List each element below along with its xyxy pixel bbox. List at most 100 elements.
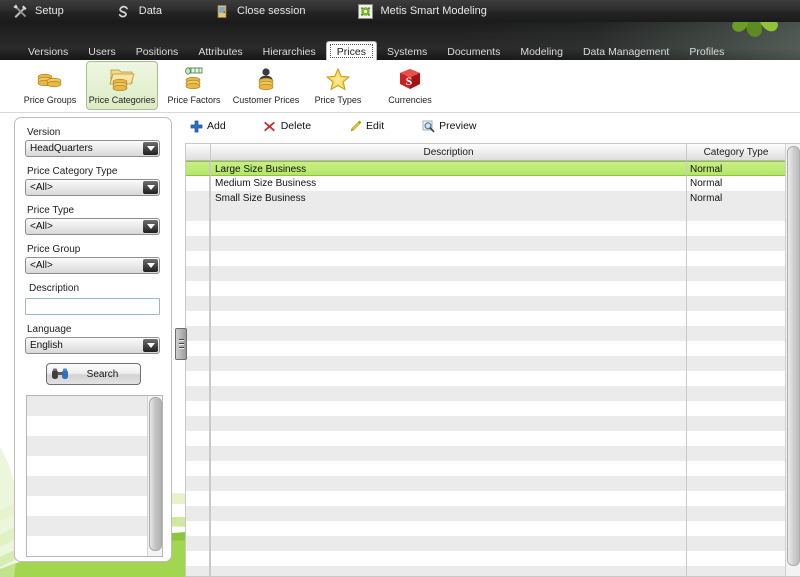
table-row-empty[interactable] xyxy=(186,341,800,356)
results-scrollbar-thumb[interactable] xyxy=(149,397,162,551)
row-selector[interactable] xyxy=(186,296,210,311)
chevron-down-icon[interactable] xyxy=(143,259,158,272)
grid-header-category-type[interactable]: Category Type xyxy=(687,144,786,160)
price-category-type-combo[interactable]: <All> xyxy=(25,179,160,196)
row-selector[interactable] xyxy=(186,236,210,251)
grid-scrollbar[interactable] xyxy=(785,144,800,576)
list-item[interactable] xyxy=(27,456,162,476)
toolbar-item-customer-prices[interactable]: Customer Prices xyxy=(230,61,302,110)
menu-item-close-session[interactable]: Close session xyxy=(214,0,305,22)
toolbar-item-price-types[interactable]: Price Types xyxy=(302,61,374,110)
tab-attributes[interactable]: Attributes xyxy=(188,43,252,60)
row-selector[interactable] xyxy=(186,416,210,431)
search-results-list[interactable] xyxy=(26,395,163,557)
table-row-empty[interactable] xyxy=(186,431,800,446)
grid-scrollbar-thumb[interactable] xyxy=(787,146,800,566)
table-row-empty[interactable] xyxy=(186,296,800,311)
language-combo[interactable]: English xyxy=(25,337,160,354)
row-selector[interactable] xyxy=(186,536,210,551)
results-scrollbar[interactable] xyxy=(147,396,162,556)
table-row-empty[interactable] xyxy=(186,251,800,266)
table-row-empty[interactable] xyxy=(186,281,800,296)
list-item[interactable] xyxy=(27,536,162,556)
toolbar-item-currencies[interactable]: S Currencies xyxy=(374,61,446,110)
row-selector[interactable] xyxy=(186,356,210,371)
row-selector[interactable] xyxy=(186,401,210,416)
table-row-empty[interactable] xyxy=(186,326,800,341)
row-selector[interactable] xyxy=(186,446,210,461)
table-row-empty[interactable] xyxy=(186,566,800,576)
row-selector[interactable] xyxy=(186,221,210,236)
list-item[interactable] xyxy=(27,436,162,456)
row-selector[interactable] xyxy=(186,341,210,356)
table-row-empty[interactable] xyxy=(186,416,800,431)
list-item[interactable] xyxy=(27,476,162,496)
row-selector[interactable] xyxy=(186,162,210,175)
preview-button[interactable]: Preview xyxy=(420,118,477,134)
table-row-empty[interactable] xyxy=(186,206,800,221)
table-row-empty[interactable] xyxy=(186,551,800,566)
table-row-empty[interactable] xyxy=(186,521,800,536)
menu-item-data[interactable]: Data xyxy=(116,0,162,22)
delete-button[interactable]: Delete xyxy=(262,118,311,134)
chevron-down-icon[interactable] xyxy=(143,220,158,233)
row-selector[interactable] xyxy=(186,461,210,476)
row-selector[interactable] xyxy=(186,266,210,281)
table-row[interactable]: Small Size Business Normal xyxy=(186,191,800,206)
table-row-empty[interactable] xyxy=(186,506,800,521)
table-row-empty[interactable] xyxy=(186,476,800,491)
row-selector[interactable] xyxy=(186,551,210,566)
table-row-empty[interactable] xyxy=(186,536,800,551)
tab-data-management[interactable]: Data Management xyxy=(573,43,679,60)
add-button[interactable]: Add xyxy=(188,118,226,134)
tab-positions[interactable]: Positions xyxy=(126,43,189,60)
table-row-empty[interactable] xyxy=(186,266,800,281)
row-selector[interactable] xyxy=(186,191,210,206)
row-selector[interactable] xyxy=(186,431,210,446)
tab-users[interactable]: Users xyxy=(78,43,125,60)
row-selector[interactable] xyxy=(186,386,210,401)
table-row-empty[interactable] xyxy=(186,311,800,326)
menu-item-setup[interactable]: Setup xyxy=(12,0,64,22)
table-row-empty[interactable] xyxy=(186,461,800,476)
tab-modeling[interactable]: Modeling xyxy=(510,43,573,60)
price-group-combo[interactable]: <All> xyxy=(25,257,160,274)
row-selector[interactable] xyxy=(186,311,210,326)
table-row-empty[interactable] xyxy=(186,401,800,416)
row-selector[interactable] xyxy=(186,176,210,191)
search-button[interactable]: Search xyxy=(45,363,141,385)
table-row[interactable]: Large Size Business Normal xyxy=(186,161,800,176)
list-item[interactable] xyxy=(27,396,162,416)
table-row-empty[interactable] xyxy=(186,371,800,386)
tab-versions[interactable]: Versions xyxy=(18,43,78,60)
chevron-down-icon[interactable] xyxy=(143,142,158,155)
chevron-down-icon[interactable] xyxy=(143,181,158,194)
toolbar-item-price-groups[interactable]: Price Groups xyxy=(14,61,86,110)
table-row[interactable]: Medium Size Business Normal xyxy=(186,176,800,191)
tab-prices[interactable]: Prices xyxy=(325,41,377,61)
row-selector[interactable] xyxy=(186,326,210,341)
row-selector[interactable] xyxy=(186,521,210,536)
table-row-empty[interactable] xyxy=(186,386,800,401)
tab-systems[interactable]: Systems xyxy=(377,43,437,60)
row-selector[interactable] xyxy=(186,281,210,296)
tab-profiles[interactable]: Profiles xyxy=(679,43,734,60)
description-input[interactable] xyxy=(25,298,160,315)
row-selector[interactable] xyxy=(186,476,210,491)
list-item[interactable] xyxy=(27,496,162,516)
chevron-down-icon[interactable] xyxy=(143,339,158,352)
toolbar-item-price-categories[interactable]: Price Categories xyxy=(86,61,158,110)
table-row-empty[interactable] xyxy=(186,221,800,236)
list-item[interactable] xyxy=(27,516,162,536)
row-selector[interactable] xyxy=(186,251,210,266)
price-type-combo[interactable]: <All> xyxy=(25,218,160,235)
tab-hierarchies[interactable]: Hierarchies xyxy=(253,43,326,60)
row-selector[interactable] xyxy=(186,566,210,576)
row-selector[interactable] xyxy=(186,371,210,386)
panel-splitter-handle[interactable] xyxy=(175,328,187,360)
table-row-empty[interactable] xyxy=(186,491,800,506)
table-row-empty[interactable] xyxy=(186,356,800,371)
version-combo[interactable]: HeadQuarters xyxy=(25,140,160,157)
row-selector[interactable] xyxy=(186,206,210,221)
grid-header-description[interactable]: Description xyxy=(211,144,687,160)
